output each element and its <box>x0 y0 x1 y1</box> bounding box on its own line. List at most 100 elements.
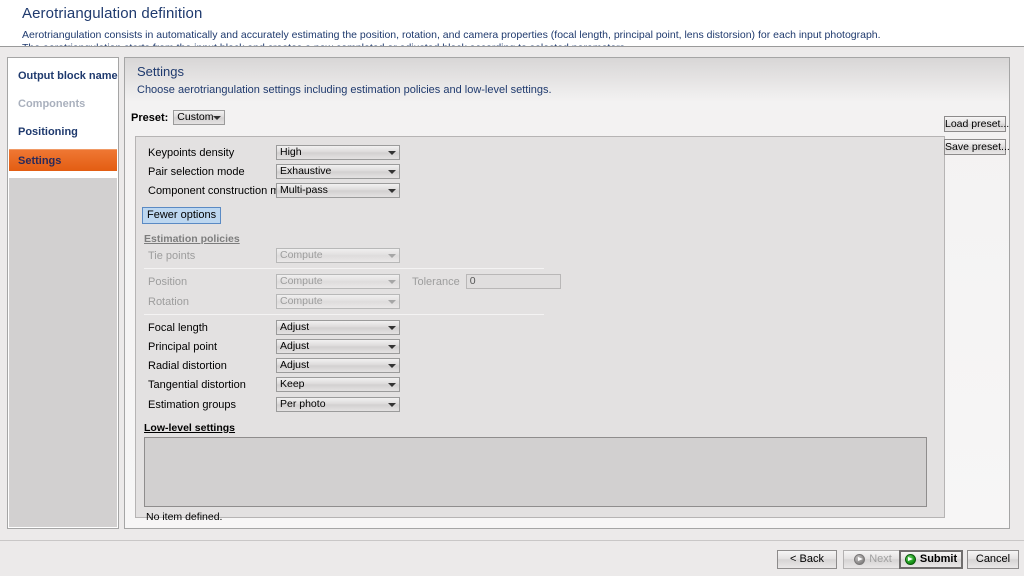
wizard-window: Aerotriangulation definition Aerotriangu… <box>0 0 1024 576</box>
back-button-label: < Back <box>790 553 824 565</box>
preset-row: Preset: Custom <box>131 110 226 125</box>
sidebar-item-label: Components <box>18 98 86 110</box>
row-principal-point: Principal point Adjust <box>148 339 400 354</box>
arrow-right-circle-icon <box>854 554 866 565</box>
sidebar-item-label: Output block name <box>18 70 118 82</box>
rotation-label: Rotation <box>148 295 189 308</box>
sidebar-filler <box>9 178 117 527</box>
wizard-header: Aerotriangulation definition Aerotriangu… <box>0 0 1024 54</box>
cancel-button[interactable]: Cancel <box>967 550 1019 569</box>
position-value: Compute <box>280 275 323 287</box>
submit-button-label: Submit <box>919 553 958 565</box>
tangential-distortion-select[interactable]: Keep <box>276 377 400 392</box>
row-component-construction-mode: Component construction mode Multi-pass <box>148 183 400 198</box>
page-title: Aerotriangulation definition <box>22 5 203 22</box>
low-level-empty-text: No item defined. <box>146 511 223 523</box>
estimation-separator-top <box>144 268 544 269</box>
component-construction-mode-label: Component construction mode <box>148 184 298 197</box>
preset-select[interactable]: Custom <box>173 110 226 125</box>
low-level-settings-title: Low-level settings <box>144 422 236 434</box>
tolerance-input[interactable]: 0 <box>465 274 561 289</box>
row-radial-distortion: Radial distortion Adjust <box>148 358 400 373</box>
chevron-down-icon <box>388 188 396 193</box>
sidebar-item-label: Settings <box>18 155 62 167</box>
chevron-down-icon <box>388 299 396 304</box>
row-rotation: Rotation Compute <box>148 294 400 309</box>
header-description-line-1: Aerotriangulation consists in automatica… <box>22 29 881 41</box>
focal-length-select[interactable]: Adjust <box>276 320 400 335</box>
row-tie-points: Tie points Compute <box>148 248 400 263</box>
sidebar-item-components[interactable]: Components <box>8 93 118 115</box>
sidebar-item-output-block-name[interactable]: Output block name <box>8 65 118 87</box>
pair-selection-mode-select[interactable]: Exhaustive <box>276 164 400 179</box>
estimation-groups-label: Estimation groups <box>148 398 237 411</box>
settings-panel: Settings Choose aerotriangulation settin… <box>124 57 1010 529</box>
focal-length-label: Focal length <box>148 321 208 334</box>
rotation-select[interactable]: Compute <box>276 294 400 309</box>
chevron-down-icon <box>388 150 396 155</box>
keypoints-density-select[interactable]: High <box>276 145 400 160</box>
pair-selection-mode-label: Pair selection mode <box>148 165 245 178</box>
preset-select-value: Custom <box>177 111 214 123</box>
estimation-groups-select[interactable]: Per photo <box>276 397 400 412</box>
settings-groupbox: Keypoints density High Pair selection mo… <box>135 136 945 523</box>
keypoints-density-value: High <box>280 146 302 158</box>
tie-points-value: Compute <box>280 249 323 261</box>
cancel-button-label: Cancel <box>975 553 1011 565</box>
focal-length-value: Adjust <box>280 321 310 333</box>
tie-points-select[interactable]: Compute <box>276 248 400 263</box>
low-level-settings-list[interactable] <box>144 437 927 507</box>
estimation-groups-value: Per photo <box>280 398 326 410</box>
load-preset-button[interactable]: Load preset... <box>944 116 1009 132</box>
row-keypoints-density: Keypoints density High <box>148 145 400 160</box>
wizard-body: Output block name Components Positioning… <box>0 47 1024 540</box>
radial-distortion-label: Radial distortion <box>148 359 227 372</box>
fewer-options-button[interactable]: Fewer options <box>142 207 222 224</box>
chevron-down-icon <box>388 325 396 330</box>
tangential-distortion-label: Tangential distortion <box>148 378 246 391</box>
chevron-down-icon <box>213 115 222 120</box>
radial-distortion-select[interactable]: Adjust <box>276 358 400 373</box>
next-button-label: Next <box>869 553 892 565</box>
row-focal-length: Focal length Adjust <box>148 320 400 335</box>
tie-points-label: Tie points <box>148 249 196 262</box>
component-construction-mode-select[interactable]: Multi-pass <box>276 183 400 198</box>
position-label: Position <box>148 275 188 288</box>
back-button[interactable]: < Back <box>777 550 837 569</box>
submit-button[interactable]: Submit <box>899 550 963 569</box>
sidebar-item-label: Positioning <box>18 126 78 138</box>
panel-subtitle: Choose aerotriangulation settings includ… <box>137 84 552 96</box>
row-estimation-groups: Estimation groups Per photo <box>148 397 400 412</box>
component-construction-mode-value: Multi-pass <box>280 184 328 196</box>
rotation-value: Compute <box>280 295 323 307</box>
chevron-down-icon <box>388 279 396 284</box>
principal-point-value: Adjust <box>280 340 310 352</box>
principal-point-select[interactable]: Adjust <box>276 339 400 354</box>
next-button[interactable]: Next <box>843 550 903 569</box>
tolerance-label: Tolerance <box>412 275 460 288</box>
tangential-distortion-value: Keep <box>280 378 305 390</box>
sidebar-item-settings[interactable]: Settings <box>9 149 117 171</box>
estimation-separator-bottom <box>144 314 544 315</box>
wizard-step-sidebar: Output block name Components Positioning… <box>7 57 119 529</box>
wizard-footer: < Back Next Submit Cancel <box>0 540 1024 576</box>
arrow-right-circle-icon <box>904 554 916 565</box>
chevron-down-icon <box>388 169 396 174</box>
pair-selection-mode-value: Exhaustive <box>280 165 332 177</box>
row-tangential-distortion: Tangential distortion Keep <box>148 377 400 392</box>
row-pair-selection-mode: Pair selection mode Exhaustive <box>148 164 400 179</box>
sidebar-item-positioning[interactable]: Positioning <box>8 121 118 143</box>
save-preset-button[interactable]: Save preset... <box>944 139 1010 155</box>
position-select[interactable]: Compute <box>276 274 400 289</box>
sidebar-item-list: Output block name Components Positioning… <box>8 58 118 171</box>
estimation-policies-title: Estimation policies <box>144 233 240 245</box>
chevron-down-icon <box>388 253 396 258</box>
principal-point-label: Principal point <box>148 340 218 353</box>
row-position: Position Compute Tolerance 0 <box>148 274 561 289</box>
chevron-down-icon <box>388 382 396 387</box>
keypoints-density-label: Keypoints density <box>148 146 235 159</box>
radial-distortion-value: Adjust <box>280 359 310 371</box>
chevron-down-icon <box>388 344 396 349</box>
panel-title: Settings <box>137 64 184 79</box>
chevron-down-icon <box>388 363 396 368</box>
